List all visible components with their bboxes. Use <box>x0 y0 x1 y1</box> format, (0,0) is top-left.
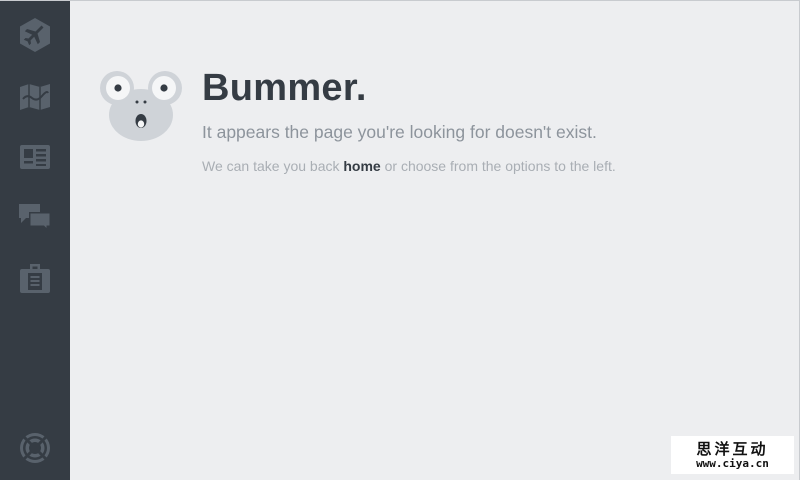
watermark-url: www.ciya.cn <box>696 456 769 470</box>
watermark: 思洋互动 www.ciya.cn <box>671 436 794 474</box>
main-content: Bummer. It appears the page you're looki… <box>70 1 799 480</box>
lifebuoy-icon <box>20 433 50 463</box>
error-hint: We can take you back home or choose from… <box>202 158 616 174</box>
sidebar-item-map[interactable] <box>17 79 53 115</box>
briefcase-icon <box>20 264 50 293</box>
sidebar-item-messages[interactable] <box>17 199 53 235</box>
sidebar-item-help[interactable] <box>17 430 53 466</box>
tag-airplane-icon <box>20 18 50 52</box>
chat-bubbles-icon <box>19 204 51 231</box>
error-subtitle: It appears the page you're looking for d… <box>202 122 597 142</box>
koala-face-icon <box>100 71 182 141</box>
sidebar <box>0 1 70 480</box>
hint-prefix: We can take you back <box>202 158 344 174</box>
sidebar-item-work[interactable] <box>17 260 53 296</box>
sidebar-item-profile[interactable] <box>17 139 53 175</box>
profile-card-icon <box>20 145 50 169</box>
hint-suffix: or choose from the options to the left. <box>380 158 616 174</box>
page-title: Bummer. <box>202 67 367 109</box>
app-window: Bummer. It appears the page you're looki… <box>0 0 800 480</box>
home-link[interactable]: home <box>343 158 380 174</box>
watermark-chinese: 思洋互动 <box>696 439 769 458</box>
map-icon <box>20 84 50 110</box>
sidebar-item-home[interactable] <box>17 17 53 53</box>
